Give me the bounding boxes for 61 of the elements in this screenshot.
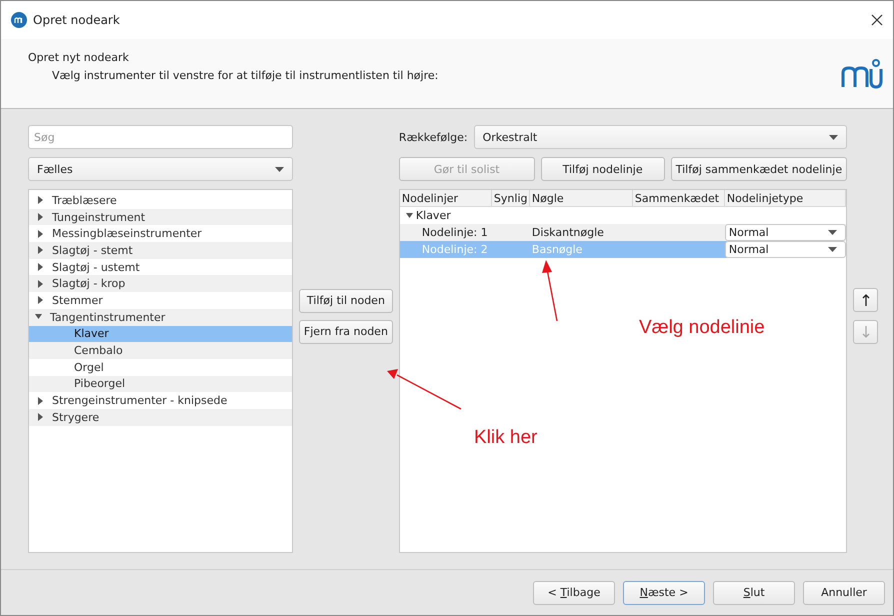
move-up-button[interactable] — [853, 288, 878, 312]
app-logo-icon — [11, 12, 27, 28]
staff-type-dropdown[interactable]: Normal — [724, 241, 846, 258]
table-cell-text: Diskantnøgle — [530, 226, 605, 239]
staff-row[interactable]: Nodelinje: 2 Basnøgle Normal — [400, 241, 846, 258]
collapsed-triangle-icon[interactable] — [37, 296, 44, 304]
group-dropdown[interactable]: Fælles — [28, 157, 293, 181]
header-subtitle: Vælg instrumenter til venstre for at tilføje til instrumentlisten til højre: — [51, 69, 440, 82]
close-icon[interactable] — [871, 14, 883, 26]
expanded-triangle-icon[interactable] — [406, 212, 413, 220]
footer-button[interactable]: Næste > — [623, 580, 705, 604]
arrow — [542, 260, 558, 322]
table-cell-text: Nodelinje: 2 — [420, 243, 489, 256]
tree-item[interactable]: Tungeinstrument — [29, 208, 292, 226]
transfer-button[interactable]: Tilføj til noden — [298, 288, 393, 312]
header-title: Opret nyt nodeark — [28, 51, 130, 64]
collapsed-triangle-icon[interactable] — [37, 230, 44, 238]
search-field[interactable]: Søg — [28, 125, 293, 149]
tree-item[interactable]: Slagtøj - stemt — [29, 242, 292, 259]
tree-item[interactable]: Strygere — [29, 408, 292, 426]
staff-button[interactable]: Tilføj nodelinje — [540, 157, 665, 181]
collapsed-triangle-icon[interactable] — [37, 280, 44, 288]
staff-button[interactable]: Tilføj sammenkædet nodelinje — [670, 157, 848, 181]
dropdown-caret-icon — [828, 230, 838, 235]
footer-button[interactable]: Slut — [713, 580, 795, 604]
column-header[interactable]: Nodelinjetype — [724, 190, 846, 207]
table-cell-text: Nodelinje: 1 — [420, 226, 489, 239]
order-label: Rækkefølge: — [398, 130, 468, 144]
column-header[interactable]: Nøgle — [530, 190, 633, 207]
dropdown-caret-icon — [829, 134, 838, 140]
tree-item[interactable]: Cembalo — [29, 342, 292, 359]
column-header[interactable]: Nodelinjer — [400, 190, 492, 207]
table-cell-text: Basnøgle — [530, 243, 584, 256]
dropdown-caret-icon — [274, 166, 284, 172]
expanded-triangle-icon[interactable] — [35, 313, 42, 322]
tree-item[interactable]: Klaver — [29, 326, 292, 342]
window-title: Opret nodeark — [33, 13, 121, 27]
instrument-name: Klaver — [416, 209, 451, 222]
column-header[interactable]: Sammenkædet — [632, 190, 725, 207]
tree-item[interactable]: Tangentinstrumenter — [29, 308, 292, 326]
tree-item[interactable]: Pibeorgel — [29, 376, 292, 392]
collapsed-triangle-icon[interactable] — [37, 246, 44, 254]
annotation-text: Vælg nodelinie — [639, 317, 765, 339]
annotation-text: Klik her — [474, 427, 538, 449]
staff-row[interactable]: Nodelinje: 1 Diskantnøgle Normal — [400, 224, 846, 241]
logo-icon — [841, 59, 883, 89]
transfer-button[interactable]: Fjern fra noden — [298, 320, 393, 344]
collapsed-triangle-icon[interactable] — [37, 396, 44, 405]
collapsed-triangle-icon[interactable] — [37, 213, 44, 222]
column-header[interactable]: Synlig — [492, 190, 530, 207]
tree-item[interactable]: Slagtøj - krop — [29, 275, 292, 292]
collapsed-triangle-icon[interactable] — [37, 263, 44, 272]
dropdown-caret-icon — [828, 247, 838, 252]
up-arrow-icon — [862, 294, 870, 306]
footer-button[interactable]: < Tilbage — [533, 580, 615, 604]
order-dropdown[interactable]: Orkestralt — [474, 125, 848, 149]
staff-type-dropdown[interactable]: Normal — [724, 224, 846, 241]
footer-button[interactable]: Annuller — [803, 580, 885, 604]
collapsed-triangle-icon[interactable] — [37, 196, 44, 204]
collapsed-triangle-icon[interactable] — [37, 413, 44, 422]
down-arrow-icon — [862, 326, 870, 338]
